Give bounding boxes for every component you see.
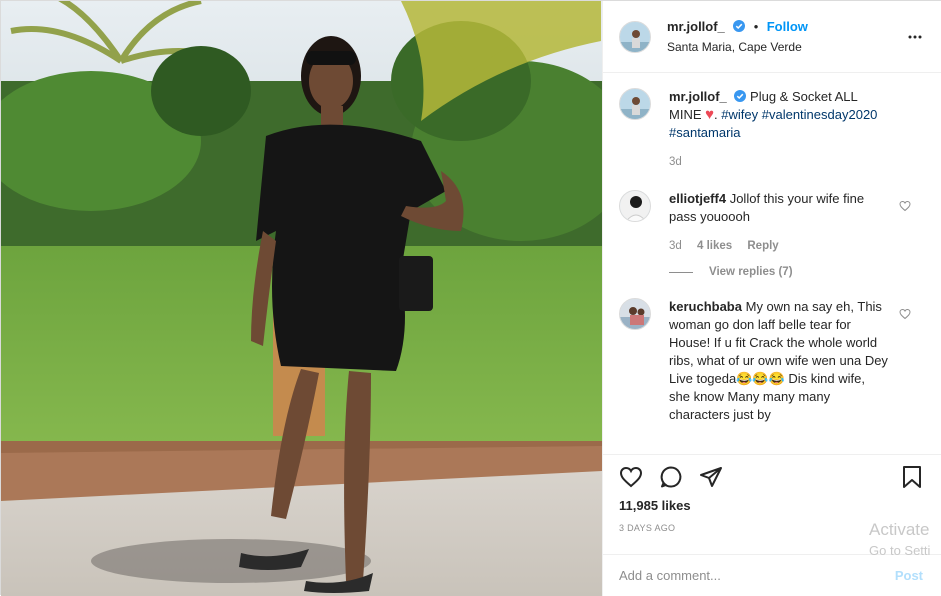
comment-row: elliotjeff4 Jollof this your wife fine p… (619, 190, 927, 252)
commenter-username[interactable]: elliotjeff4 (669, 191, 726, 206)
comment-text: keruchbaba My own na say eh, This woman … (669, 298, 889, 424)
caption-meta: 3d (669, 156, 889, 168)
comments-list[interactable]: mr.jollof_ Plug & Socket ALL MINE ♥. #wi… (603, 74, 941, 454)
comment-meta: 3d 4 likes Reply (669, 240, 889, 252)
caption-row: mr.jollof_ Plug & Socket ALL MINE ♥. #wi… (619, 88, 927, 168)
comment-age[interactable]: 3d (669, 240, 682, 252)
comment-text: elliotjeff4 Jollof this your wife fine p… (669, 190, 889, 226)
activate-windows-watermark: Activate (869, 520, 930, 539)
caption-age[interactable]: 3d (669, 156, 682, 168)
comment-icon[interactable] (659, 465, 683, 489)
author-avatar[interactable] (619, 20, 651, 53)
post-comment-button[interactable]: Post (895, 568, 923, 583)
likes-count[interactable]: 11,985 likes (619, 498, 691, 513)
more-options-icon[interactable] (907, 29, 923, 45)
verified-badge-icon (734, 90, 747, 102)
author-avatar[interactable] (619, 88, 651, 120)
comment-likes[interactable]: 4 likes (697, 240, 732, 252)
instagram-post: mr.jollof_ • Follow Santa Maria, Cape Ve… (0, 0, 941, 596)
author-username[interactable]: mr.jollof_ (667, 19, 725, 34)
post-time[interactable]: 3 DAYS AGO (619, 523, 675, 533)
bookmark-icon[interactable] (900, 465, 924, 489)
like-comment-heart-icon[interactable] (899, 200, 911, 212)
follow-button[interactable]: Follow (767, 19, 808, 34)
hashtag-link[interactable]: #wifey (721, 107, 758, 122)
caption-text: mr.jollof_ Plug & Socket ALL MINE ♥. #wi… (669, 88, 889, 142)
comment-body: My own na say eh, This woman go don laff… (669, 299, 888, 422)
commenter-username[interactable]: keruchbaba (669, 299, 742, 314)
heart-icon[interactable] (619, 465, 643, 489)
share-icon[interactable] (699, 465, 723, 489)
post-header: mr.jollof_ • Follow Santa Maria, Cape Ve… (603, 1, 941, 73)
hashtag-link[interactable]: #santamaria (669, 125, 741, 140)
caption-username[interactable]: mr.jollof_ (669, 89, 727, 104)
post-side-panel: mr.jollof_ • Follow Santa Maria, Cape Ve… (602, 1, 941, 596)
comment-input[interactable] (619, 568, 895, 583)
view-replies-label[interactable]: View replies (7) (709, 266, 793, 278)
commenter-avatar[interactable] (619, 190, 651, 222)
separator-dot: • (753, 18, 759, 34)
hashtag-link[interactable]: #valentinesday2020 (762, 107, 878, 122)
like-comment-heart-icon[interactable] (899, 308, 911, 320)
comment-composer: Post (603, 554, 941, 596)
verified-badge-icon (733, 19, 746, 32)
commenter-avatar[interactable] (619, 298, 651, 330)
red-heart-emoji: ♥ (705, 106, 715, 123)
view-replies-button[interactable]: View replies (7) (669, 266, 927, 278)
activate-windows-subtext: Go to Setti (869, 543, 931, 558)
photo-scene (1, 1, 602, 596)
reply-button[interactable]: Reply (747, 240, 778, 252)
post-photo[interactable] (1, 1, 602, 596)
action-bar (603, 454, 941, 494)
post-location[interactable]: Santa Maria, Cape Verde (667, 38, 808, 56)
comment-row: keruchbaba My own na say eh, This woman … (619, 298, 927, 424)
